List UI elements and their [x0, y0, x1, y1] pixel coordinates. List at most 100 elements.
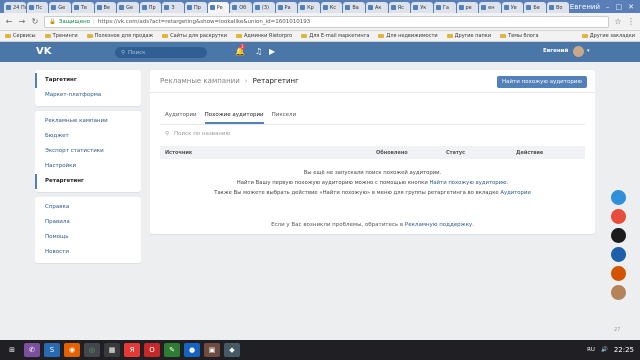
window-user-label[interactable]: Евгений	[570, 3, 600, 11]
lock-icon: 🔒	[49, 18, 56, 25]
browser-tab[interactable]: З	[162, 2, 184, 13]
vk-logo[interactable]: VK	[36, 46, 52, 57]
browser-tab[interactable]: Ук	[411, 2, 433, 13]
browser-tab[interactable]: ен	[479, 2, 501, 13]
bookmark-item[interactable]: Сайты для раскрутки	[162, 33, 227, 39]
language-indicator[interactable]: RU	[587, 347, 595, 353]
play-icon[interactable]: ▶	[269, 47, 275, 56]
bookmark-item[interactable]: Полезное для продаж	[86, 33, 153, 39]
forward-icon[interactable]: →	[18, 17, 26, 26]
widget-icon-4[interactable]	[611, 247, 626, 262]
filter-search-input[interactable]: ⚲ Поиск по названию	[165, 129, 585, 139]
sidebar-item[interactable]: Настройки	[35, 159, 141, 174]
favicon-icon	[119, 5, 125, 10]
browser-tab[interactable]: Пр	[139, 2, 162, 13]
tab-audiences[interactable]: Аудитории	[165, 112, 197, 124]
close-icon[interactable]: ✕	[628, 3, 634, 11]
browser-tab[interactable]: Об	[230, 2, 252, 13]
tab-lookalike[interactable]: Похожие аудитории	[204, 112, 264, 124]
browser-tab[interactable]: Ув	[501, 2, 524, 13]
sidebar-item[interactable]: Новости	[35, 245, 141, 260]
browser-tab[interactable]: Яс	[388, 2, 411, 13]
music-icon[interactable]: ♫	[255, 47, 262, 56]
widget-icon-5[interactable]	[611, 266, 626, 281]
browser-tab[interactable]: (3)	[252, 2, 275, 13]
browser-tab[interactable]: ре	[456, 2, 479, 13]
tabs-divider	[160, 124, 585, 125]
menu-icon[interactable]: ⋮	[627, 17, 635, 26]
bookmark-item[interactable]: Сервисы	[5, 33, 36, 39]
opera-icon[interactable]: O	[144, 343, 160, 357]
bookmark-other[interactable]: Другие закладки	[581, 33, 635, 39]
user-name[interactable]: Евгений	[543, 48, 568, 54]
maximize-icon[interactable]: □	[616, 3, 623, 11]
yandex-icon[interactable]: Я	[124, 343, 140, 357]
browser-tab[interactable]: Ge	[49, 2, 71, 13]
find-lookalike-link[interactable]: Найти похожую аудиторию	[429, 180, 506, 186]
bookmark-item[interactable]: Админки Rietorpro	[235, 33, 292, 39]
sidebar-item[interactable]: Таргетинг	[35, 73, 141, 88]
browser-tab[interactable]: Кр	[298, 2, 320, 13]
browser-tab[interactable]: Ве	[94, 2, 117, 13]
minimize-icon[interactable]: –	[606, 3, 610, 11]
app-icon-1[interactable]: ●	[184, 343, 200, 357]
browser-tab[interactable]: Пр	[185, 2, 207, 13]
browser-tab[interactable]: Ре	[207, 2, 230, 13]
browser-tab[interactable]: Ра	[275, 2, 298, 13]
sidebar-item[interactable]: Помощь	[35, 230, 141, 245]
windows-start-icon[interactable]: ⊞	[4, 343, 20, 357]
bookmark-item[interactable]: Тренинги	[44, 33, 78, 39]
bookmark-item[interactable]: Другие папки	[446, 33, 491, 39]
bookmark-item[interactable]: Темы блога	[500, 33, 539, 39]
sidebar-item[interactable]: Справка	[35, 200, 141, 215]
browser-tab[interactable]: Пс	[26, 2, 49, 13]
sidebar-item[interactable]: Правила	[35, 215, 141, 230]
find-lookalike-button[interactable]: Найти похожую аудиторию	[497, 76, 587, 88]
app-icon-2[interactable]: ▣	[204, 343, 220, 357]
sidebar-item[interactable]: Экспорт статистики	[35, 144, 141, 159]
sidebar-item[interactable]: Ретаргетинг	[35, 174, 141, 189]
sidebar-item[interactable]: Маркет-платформа	[35, 88, 141, 103]
breadcrumb-parent[interactable]: Рекламные кампании	[160, 77, 240, 85]
browser-tab[interactable]: Кс	[320, 2, 343, 13]
browser-tab[interactable]: Тв	[71, 2, 94, 13]
star-icon[interactable]: ☆	[614, 17, 622, 26]
chevron-down-icon[interactable]: ▾	[587, 48, 590, 54]
widget-icon-3[interactable]	[611, 228, 626, 243]
widget-icon-1[interactable]	[611, 190, 626, 205]
browser-tab[interactable]: Га	[433, 2, 456, 13]
volume-icon[interactable]: 🔊	[601, 347, 608, 353]
browser-tab[interactable]: Во	[547, 2, 569, 13]
clock[interactable]: 22:25	[614, 346, 634, 354]
vk-search-input[interactable]: ⚲ Поиск	[115, 47, 207, 58]
viber-icon[interactable]: ✆	[24, 343, 40, 357]
browser-tab[interactable]: 24 По	[4, 2, 26, 13]
widget-icon-2[interactable]	[611, 209, 626, 224]
browser-tab-label: Ук	[420, 4, 427, 11]
chrome-icon[interactable]: ◎	[84, 343, 100, 357]
tab-pixels[interactable]: Пиксели	[272, 112, 297, 124]
bookmark-item[interactable]: Для E-mail маркетинга	[301, 33, 369, 39]
support-link[interactable]: Рекламную поддержку	[405, 222, 472, 228]
skype-icon[interactable]: S	[44, 343, 60, 357]
browser-tab[interactable]: Ge	[117, 2, 139, 13]
browser-tab[interactable]: Бе	[524, 2, 546, 13]
evernote-icon[interactable]: ✎	[164, 343, 180, 357]
back-icon[interactable]: ←	[5, 17, 13, 26]
browser-tab[interactable]: Ва	[343, 2, 365, 13]
sidebar-item[interactable]: Рекламные кампании	[35, 114, 141, 129]
url-field[interactable]: 🔒 Защищено | https://vk.com/ads?act=reta…	[44, 15, 609, 28]
bookmark-label: Сервисы	[13, 33, 36, 39]
app-icon-3[interactable]: ◆	[224, 343, 240, 357]
avatar[interactable]	[573, 46, 584, 57]
browser-tab[interactable]: Ак	[366, 2, 388, 13]
widget-icon-6[interactable]	[611, 285, 626, 300]
reload-icon[interactable]: ↻	[31, 17, 39, 26]
sidebar-item[interactable]: Бюджет	[35, 129, 141, 144]
retargeting-panel: Рекламные кампании › Ретаргетинг Найти п…	[150, 70, 595, 234]
bookmark-item[interactable]: Для недвижимости	[378, 33, 438, 39]
audiences-link[interactable]: Аудитории	[500, 190, 530, 196]
firefox-icon[interactable]: ◉	[64, 343, 80, 357]
bookmark-other-label: Другие закладки	[589, 33, 635, 39]
explorer-icon[interactable]: ▦	[104, 343, 120, 357]
